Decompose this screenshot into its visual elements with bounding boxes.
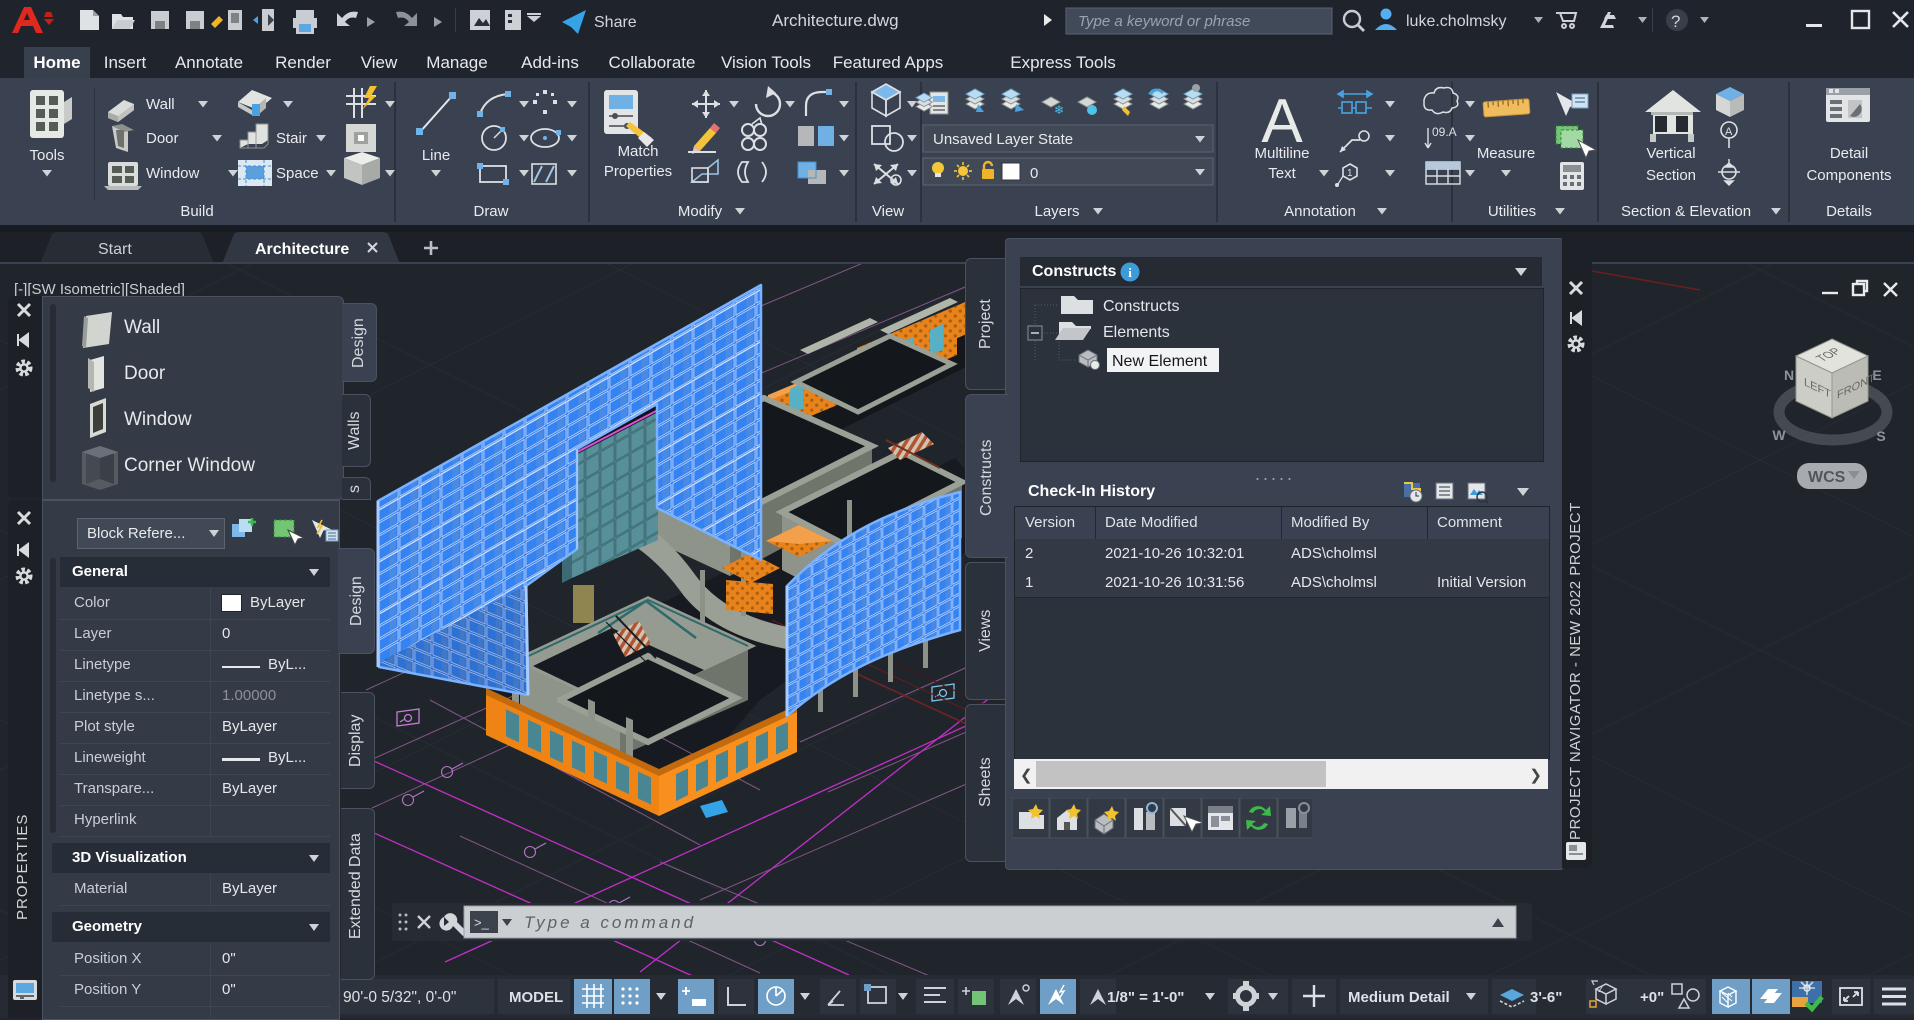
- svg-text:Elements: Elements: [1103, 324, 1170, 341]
- svg-text:Match: Match: [618, 143, 659, 160]
- svg-text:S: S: [1876, 428, 1885, 444]
- svg-text:Layers: Layers: [1034, 203, 1079, 220]
- svg-text:Corner Window: Corner Window: [124, 455, 255, 476]
- svg-text:Properties: Properties: [604, 163, 672, 180]
- svg-text:Wall: Wall: [146, 96, 175, 113]
- svg-text:W: W: [1772, 427, 1786, 443]
- svg-text:Modify: Modify: [678, 203, 723, 220]
- svg-text:Type a command: Type a command: [524, 913, 696, 932]
- svg-text:Share: Share: [594, 14, 637, 31]
- svg-text:Door: Door: [124, 363, 166, 384]
- svg-text:Wall: Wall: [124, 317, 160, 338]
- svg-text:Measure: Measure: [1477, 145, 1535, 162]
- svg-text:Window: Window: [146, 165, 200, 182]
- svg-text:?: ?: [1671, 12, 1680, 31]
- svg-text:Utilities: Utilities: [1488, 203, 1536, 220]
- svg-text:Multiline: Multiline: [1254, 145, 1309, 162]
- svg-text:1: 1: [1347, 168, 1353, 179]
- svg-text:Type a keyword or phrase: Type a keyword or phrase: [1078, 13, 1250, 30]
- svg-text:Architecture.dwg: Architecture.dwg: [772, 11, 899, 30]
- svg-text:Constructs: Constructs: [1103, 298, 1179, 315]
- svg-text:Vertical: Vertical: [1646, 145, 1695, 162]
- svg-text:Medium Detail: Medium Detail: [1348, 989, 1450, 1006]
- svg-text:1/8" = 1'-0": 1/8" = 1'-0": [1107, 989, 1184, 1006]
- svg-text:i: i: [1128, 265, 1132, 280]
- svg-text:Details: Details: [1826, 203, 1872, 220]
- svg-text:Space: Space: [276, 165, 319, 182]
- svg-text:luke.cholmsky: luke.cholmsky: [1406, 13, 1506, 30]
- svg-text:Unsaved Layer State: Unsaved Layer State: [933, 131, 1073, 148]
- svg-text:Door: Door: [146, 130, 179, 147]
- svg-text:z: z: [1598, 984, 1603, 995]
- svg-text:WCS: WCS: [1808, 469, 1846, 486]
- svg-text:3'-6": 3'-6": [1530, 989, 1562, 1006]
- svg-text:Detail: Detail: [1830, 145, 1868, 162]
- svg-text:MODEL: MODEL: [509, 989, 563, 1006]
- svg-text:Draw: Draw: [473, 203, 508, 220]
- svg-text:09.A: 09.A: [1432, 125, 1457, 139]
- svg-text:Section: Section: [1646, 167, 1696, 184]
- svg-text:New Element: New Element: [1112, 353, 1208, 370]
- svg-text:>_: >_: [474, 915, 490, 930]
- svg-text:A: A: [1725, 126, 1733, 138]
- svg-text:Tools: Tools: [29, 147, 64, 164]
- svg-text:N: N: [1784, 367, 1794, 383]
- svg-text:Window: Window: [124, 409, 192, 430]
- svg-text:Architecture: Architecture: [255, 241, 349, 258]
- svg-text:Start: Start: [98, 241, 132, 258]
- svg-text:Section & Elevation: Section & Elevation: [1621, 203, 1751, 220]
- svg-text:❄: ❄: [1054, 103, 1064, 117]
- svg-text:Line: Line: [422, 147, 450, 164]
- svg-text:Stair: Stair: [276, 130, 307, 147]
- svg-text:Components: Components: [1806, 167, 1891, 184]
- svg-text:Build: Build: [180, 203, 213, 220]
- svg-text:0: 0: [1030, 165, 1038, 182]
- svg-text:Annotation: Annotation: [1284, 203, 1356, 220]
- svg-text:View: View: [872, 203, 904, 220]
- svg-text:Text: Text: [1268, 165, 1296, 182]
- svg-text:+0": +0": [1640, 989, 1664, 1006]
